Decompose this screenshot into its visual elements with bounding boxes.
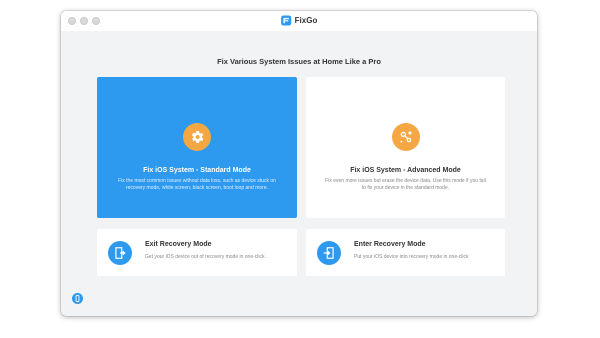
app-title: FixGo	[281, 15, 318, 26]
exit-recovery-mode-description: Get your iOS device out of recovery mode…	[145, 254, 266, 260]
minimize-window-button[interactable]	[80, 17, 88, 25]
app-name: FixGo	[294, 16, 318, 25]
enter-recovery-mode-description: Put your iOS device into recovery mode i…	[354, 254, 469, 260]
title-bar: FixGo	[61, 11, 537, 31]
device-info-icon[interactable]	[72, 293, 83, 304]
advanced-mode-title: Fix iOS System - Advanced Mode	[350, 167, 461, 174]
exit-recovery-mode-card[interactable]: Exit Recovery Mode Get your iOS device o…	[97, 229, 297, 276]
zoom-window-button[interactable]	[92, 17, 100, 25]
gear-icon	[183, 123, 211, 151]
app-window: FixGo Fix Various System Issues at Home …	[61, 11, 537, 316]
page-headline: Fix Various System Issues at Home Like a…	[217, 57, 381, 66]
standard-mode-description: Fix the most common issues without data …	[118, 178, 276, 191]
enter-door-icon	[317, 241, 341, 265]
exit-door-icon	[108, 241, 132, 265]
advanced-mode-card[interactable]: Fix iOS System - Advanced Mode Fix even …	[306, 77, 505, 218]
standard-mode-card[interactable]: Fix iOS System - Standard Mode Fix the m…	[97, 77, 297, 218]
tools-icon	[391, 123, 420, 151]
close-window-button[interactable]	[68, 17, 76, 25]
advanced-mode-description: Fix even more issues but erase the devic…	[325, 178, 486, 191]
standard-mode-title: Fix iOS System - Standard Mode	[143, 167, 251, 174]
exit-recovery-mode-title: Exit Recovery Mode	[145, 241, 212, 248]
fixgo-logo-icon	[281, 15, 292, 26]
enter-recovery-mode-card[interactable]: Enter Recovery Mode Put your iOS device …	[306, 229, 505, 276]
enter-recovery-mode-title: Enter Recovery Mode	[354, 241, 426, 248]
